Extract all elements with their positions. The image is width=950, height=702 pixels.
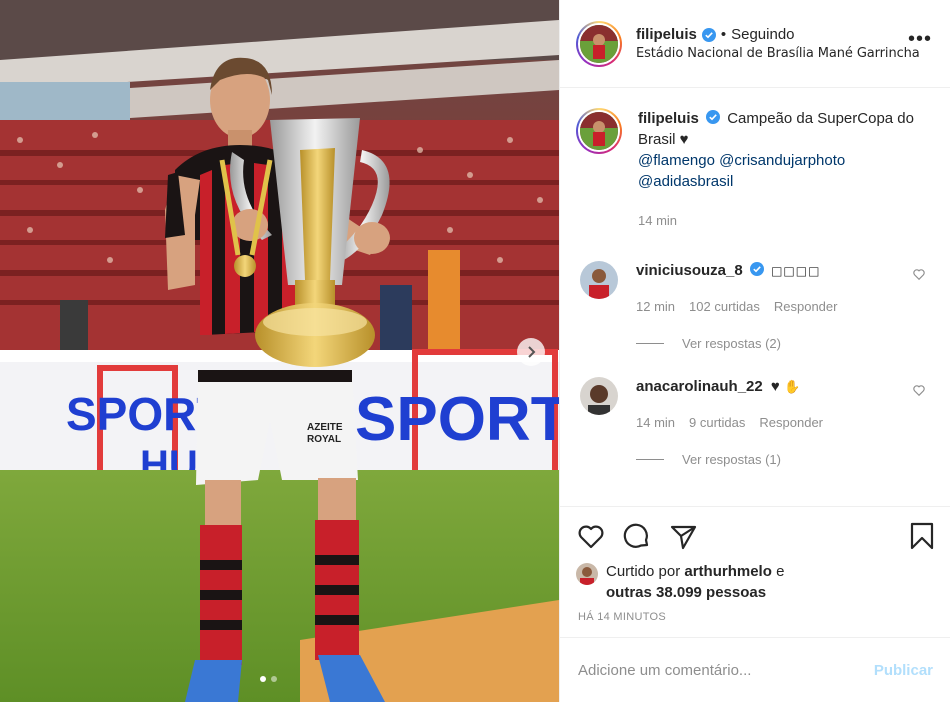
verified-badge-icon bbox=[701, 27, 716, 42]
liked-by-prefix: Curtido por bbox=[606, 563, 681, 580]
more-dots-icon[interactable]: ••• bbox=[908, 29, 932, 49]
post-header: filipeluis • Seguindo Estádio Nacional d… bbox=[560, 0, 950, 88]
reply-button[interactable]: Responder bbox=[759, 415, 823, 430]
verified-badge-icon bbox=[749, 262, 764, 276]
emoji-placeholder: ✋ bbox=[783, 379, 801, 394]
liked-by: Curtido por arthurhmelo e outras 38.099 … bbox=[560, 561, 950, 603]
liked-by-avatar[interactable] bbox=[576, 563, 598, 585]
mention-link[interactable]: @adidasbrasil bbox=[638, 173, 733, 190]
emoji-placeholders: □□□□ bbox=[771, 264, 821, 278]
comment-time: 12 min bbox=[636, 299, 676, 314]
add-comment-bar: Publicar bbox=[560, 637, 950, 702]
carousel-dot bbox=[271, 676, 277, 682]
like-comment-icon[interactable] bbox=[912, 383, 926, 397]
follow-status-button[interactable]: Seguindo bbox=[731, 26, 794, 43]
view-replies-button[interactable]: Ver respostas (2) bbox=[636, 336, 934, 351]
author-username[interactable]: filipeluis bbox=[636, 26, 697, 43]
comment-item: anacarolinauh_22 ♥ ✋ 14 min 9 curtidas R… bbox=[576, 377, 934, 430]
comment-bubble-icon[interactable] bbox=[622, 521, 652, 551]
mention-link[interactable]: @flamengo bbox=[638, 152, 715, 169]
liked-by-others[interactable]: outras 38.099 pessoas bbox=[606, 584, 766, 601]
chevron-right-icon bbox=[528, 346, 536, 358]
carousel-indicator bbox=[260, 676, 277, 682]
commenter-username[interactable]: viniciusouza_8 bbox=[636, 262, 743, 279]
avatar-image bbox=[580, 24, 618, 63]
avatar-image bbox=[580, 377, 618, 415]
view-replies-button[interactable]: Ver respostas (1) bbox=[636, 452, 934, 467]
view-replies-label: Ver respostas (1) bbox=[682, 452, 781, 467]
commenter-avatar[interactable] bbox=[580, 377, 618, 415]
comment-time: 14 min bbox=[636, 415, 676, 430]
comment-input[interactable] bbox=[578, 661, 874, 679]
post-location[interactable]: Estádio Nacional de Brasília Mané Garrin… bbox=[636, 46, 920, 61]
publish-button[interactable]: Publicar bbox=[874, 662, 933, 679]
reply-button[interactable]: Responder bbox=[774, 299, 838, 314]
like-comment-icon[interactable] bbox=[912, 267, 926, 281]
comment-text: ♥ bbox=[770, 378, 780, 395]
share-direct-icon[interactable] bbox=[668, 521, 698, 551]
liked-by-user[interactable]: arthurhmelo bbox=[684, 563, 772, 580]
svg-text:SPORT: SPORT bbox=[355, 385, 559, 454]
caption: filipeluis Campeão da SuperCopa do Brasi… bbox=[576, 108, 934, 231]
liked-by-connector: e bbox=[776, 563, 785, 580]
replies-divider bbox=[636, 459, 664, 460]
svg-text:ROYAL: ROYAL bbox=[307, 434, 341, 445]
comments-section: filipeluis Campeão da SuperCopa do Brasi… bbox=[560, 88, 950, 506]
avatar-image bbox=[576, 563, 598, 585]
caption-username[interactable]: filipeluis bbox=[638, 110, 699, 127]
save-bookmark-icon[interactable] bbox=[907, 521, 937, 551]
caption-avatar[interactable] bbox=[576, 108, 622, 154]
photo-illustration: SPORT HU SPORT AZEITE ROYAL bbox=[0, 0, 559, 702]
author-avatar[interactable] bbox=[576, 20, 622, 67]
comment-item: viniciusouza_8 □□□□ 12 min 102 curtidas … bbox=[576, 261, 934, 314]
mention-link[interactable]: @crisandujarphoto bbox=[719, 152, 845, 169]
avatar-image bbox=[580, 112, 618, 150]
commenter-username[interactable]: anacarolinauh_22 bbox=[636, 378, 763, 395]
view-replies-label: Ver respostas (2) bbox=[682, 336, 781, 351]
svg-text:AZEITE: AZEITE bbox=[307, 422, 343, 433]
header-separator: • bbox=[720, 26, 727, 43]
commenter-avatar[interactable] bbox=[580, 261, 618, 299]
caption-time: 14 min bbox=[638, 213, 678, 228]
post-detail-panel: filipeluis • Seguindo Estádio Nacional d… bbox=[559, 0, 950, 702]
comment-likes-link[interactable]: 9 curtidas bbox=[689, 415, 745, 430]
replies-divider bbox=[636, 343, 664, 344]
post-photo[interactable]: SPORT HU SPORT AZEITE ROYAL bbox=[0, 0, 559, 702]
verified-badge-icon bbox=[706, 110, 721, 124]
like-heart-icon[interactable] bbox=[576, 521, 606, 551]
post-actions: Curtido por arthurhmelo e outras 38.099 … bbox=[560, 506, 950, 623]
comment-likes-link[interactable]: 102 curtidas bbox=[689, 299, 760, 314]
avatar-image bbox=[580, 261, 618, 299]
post-timestamp[interactable]: HÁ 14 MINUTOS bbox=[560, 611, 950, 623]
carousel-dot-active bbox=[260, 676, 266, 682]
next-photo-button[interactable] bbox=[517, 338, 545, 366]
